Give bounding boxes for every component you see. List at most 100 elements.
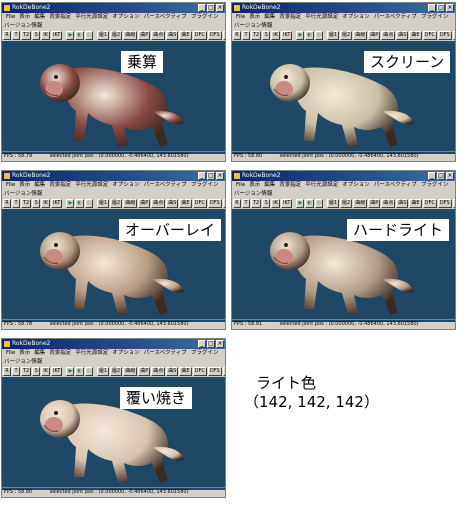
menu-item[interactable]: 背景指定 — [279, 182, 301, 188]
maximize-button[interactable]: □ — [207, 340, 215, 348]
toolbar-button[interactable]: IKT — [51, 31, 63, 40]
toolbar-button[interactable]: ◐ — [75, 31, 84, 40]
viewport-3d[interactable]: ハードライト — [232, 209, 455, 322]
menu-item-version[interactable]: バージョン情報 — [232, 22, 455, 30]
toolbar-button[interactable]: T — [242, 31, 250, 40]
menu-item[interactable]: オプション — [342, 14, 370, 20]
menu-item[interactable]: File — [236, 14, 245, 20]
menu-item[interactable]: プラグイン — [191, 182, 219, 188]
toolbar-button[interactable]: 曲点 — [151, 367, 166, 376]
toolbar-button[interactable]: T2 — [251, 31, 262, 40]
toolbar-button[interactable]: 履1 — [96, 31, 109, 40]
menu-item[interactable]: 平行光源設定 — [305, 182, 338, 188]
toolbar-button[interactable]: 履1 — [326, 199, 339, 208]
toolbar-button[interactable]: 曲P — [138, 199, 151, 208]
toolbar-button[interactable]: 履2 — [340, 199, 353, 208]
minimize-button[interactable]: _ — [198, 4, 206, 12]
menu-item[interactable]: 背景指定 — [49, 182, 71, 188]
toolbar-button[interactable]: DFC — [222, 31, 225, 40]
toolbar-button[interactable]: DFC — [422, 31, 437, 40]
toolbar-button[interactable]: 曲P — [368, 31, 381, 40]
menu-item[interactable]: 表示 — [19, 14, 30, 20]
toolbar-button[interactable]: 曲線 — [123, 199, 138, 208]
menu-item[interactable]: 平行光源設定 — [75, 350, 108, 356]
toolbar-button[interactable]: ▶ — [296, 31, 305, 40]
menu-item[interactable]: File — [6, 14, 15, 20]
minimize-button[interactable]: _ — [428, 4, 436, 12]
toolbar-button[interactable]: ◇ — [314, 199, 323, 208]
menu-item[interactable]: 平行光源設定 — [305, 14, 338, 20]
toolbar-button[interactable]: 曲線 — [123, 31, 138, 40]
toolbar-button[interactable]: ◇ — [84, 199, 93, 208]
viewport-3d[interactable]: スクリーン — [232, 41, 455, 154]
title-bar[interactable]: RokDeBone2 _ □ × — [232, 3, 455, 13]
menu-item[interactable]: 背景指定 — [49, 350, 71, 356]
menu-item[interactable]: 背景指定 — [49, 14, 71, 20]
title-bar[interactable]: RokDeBone2 _ □ × — [2, 171, 225, 181]
toolbar-button[interactable]: 曲S — [166, 367, 179, 376]
toolbar-button[interactable]: IKT — [281, 199, 293, 208]
close-button[interactable]: × — [216, 340, 224, 348]
toolbar-button[interactable]: IK — [41, 367, 51, 376]
toolbar-button[interactable]: DFC — [222, 199, 225, 208]
maximize-button[interactable]: □ — [437, 172, 445, 180]
viewport-3d[interactable]: オーバーレイ — [2, 209, 225, 322]
toolbar-button[interactable]: S — [262, 31, 271, 40]
close-button[interactable]: × — [216, 172, 224, 180]
toolbar-button[interactable]: IKT — [51, 367, 63, 376]
toolbar-button[interactable]: T2 — [21, 31, 32, 40]
menu-item[interactable]: 編集 — [34, 350, 45, 356]
toolbar-button[interactable]: T — [242, 199, 250, 208]
menu-item[interactable]: プラグイン — [421, 14, 449, 20]
toolbar-button[interactable]: ◇ — [84, 31, 93, 40]
toolbar-button[interactable]: R — [3, 199, 11, 208]
toolbar-button[interactable]: 曲S — [166, 199, 179, 208]
menu-item[interactable]: 編集 — [34, 14, 45, 20]
viewport-3d[interactable]: 覆い焼き — [2, 377, 225, 490]
toolbar-button[interactable]: 履1 — [326, 31, 339, 40]
minimize-button[interactable]: _ — [198, 340, 206, 348]
toolbar-button[interactable]: 曲S — [396, 199, 409, 208]
menu-item[interactable]: 平行光源設定 — [75, 182, 108, 188]
toolbar-button[interactable]: DFC — [192, 367, 207, 376]
toolbar-button[interactable]: R — [233, 199, 241, 208]
toolbar-button[interactable]: DFC — [422, 199, 437, 208]
toolbar-button[interactable]: T2 — [21, 199, 32, 208]
menu-item[interactable]: 編集 — [34, 182, 45, 188]
viewport-3d[interactable]: 乗算 — [2, 41, 225, 154]
toolbar-button[interactable]: IK — [41, 199, 51, 208]
menu-item[interactable]: 背景指定 — [279, 14, 301, 20]
toolbar-button[interactable]: DFS — [207, 31, 222, 40]
toolbar-button[interactable]: IK — [271, 199, 281, 208]
toolbar-button[interactable]: ▶ — [66, 199, 75, 208]
toolbar-button[interactable]: ▶ — [66, 31, 75, 40]
toolbar-button[interactable]: 曲S — [396, 31, 409, 40]
toolbar-button[interactable]: 曲P — [138, 31, 151, 40]
toolbar-button[interactable]: R — [233, 31, 241, 40]
toolbar-button[interactable]: 曲線 — [123, 367, 138, 376]
menu-item[interactable]: パースペクティブ — [144, 350, 187, 356]
maximize-button[interactable]: □ — [437, 4, 445, 12]
toolbar-button[interactable]: T — [12, 199, 20, 208]
menu-item[interactable]: オプション — [342, 182, 370, 188]
toolbar-button[interactable]: 曲E — [409, 199, 422, 208]
menu-item[interactable]: 表示 — [19, 350, 30, 356]
toolbar-button[interactable]: DFS — [207, 367, 222, 376]
toolbar-button[interactable]: S — [262, 199, 271, 208]
toolbar-button[interactable]: ▶ — [296, 199, 305, 208]
title-bar[interactable]: RokDeBone2 _ □ × — [232, 171, 455, 181]
menu-item[interactable]: 表示 — [249, 14, 260, 20]
menu-item[interactable]: プラグイン — [421, 182, 449, 188]
toolbar-button[interactable]: 曲点 — [381, 199, 396, 208]
toolbar-button[interactable]: 曲E — [409, 31, 422, 40]
toolbar-button[interactable]: 曲S — [166, 31, 179, 40]
toolbar-button[interactable]: DFS — [437, 199, 452, 208]
toolbar-button[interactable]: T2 — [21, 367, 32, 376]
toolbar-button[interactable]: T2 — [251, 199, 262, 208]
toolbar-button[interactable]: 履1 — [96, 199, 109, 208]
toolbar-button[interactable]: IK — [41, 31, 51, 40]
menu-item-version[interactable]: バージョン情報 — [2, 358, 225, 366]
menu-item[interactable]: オプション — [112, 350, 140, 356]
menu-item[interactable]: File — [6, 182, 15, 188]
toolbar-button[interactable]: 履2 — [110, 199, 123, 208]
